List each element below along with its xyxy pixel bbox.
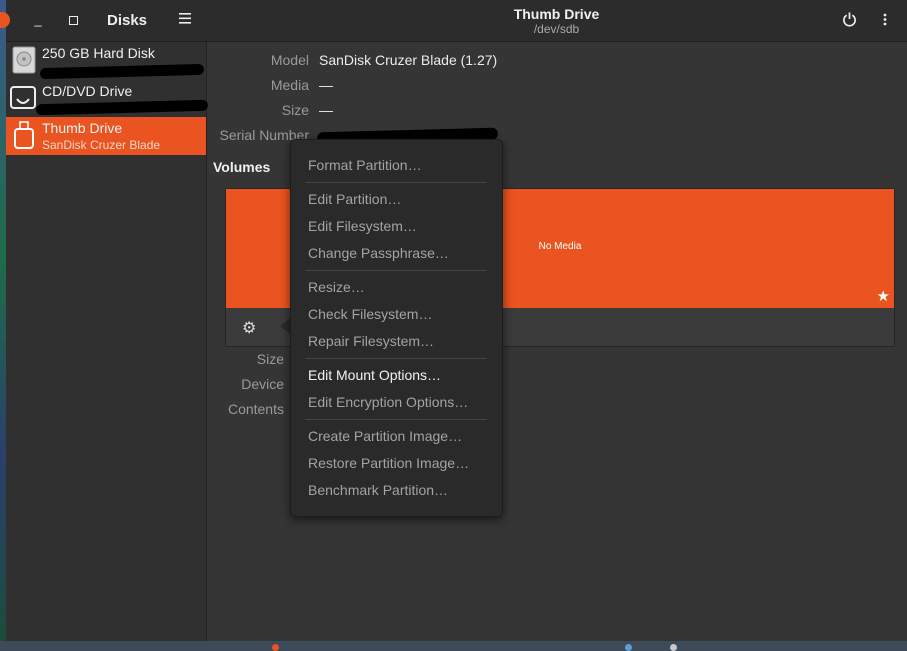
menu-separator (305, 270, 487, 271)
taskbar-dot (670, 644, 677, 651)
menu-item-edit-mount-options[interactable]: Edit Mount Options… (308, 367, 441, 383)
maximize-icon (68, 16, 78, 25)
disks-window: _ Disks 250 GB Hard Disk CD/DVD Drive Th… (0, 0, 907, 641)
redaction-scribble (39, 63, 205, 80)
menu-item-create-partition-image[interactable]: Create Partition Image… (308, 428, 462, 444)
menu-pointer (280, 318, 290, 334)
kebab-menu-icon (883, 13, 887, 26)
hamburger-menu-button[interactable] (175, 10, 195, 30)
partition-context-menu: Format Partition… Edit Partition… Edit F… (290, 139, 503, 517)
hamburger-icon (179, 13, 191, 24)
menu-item-check-filesystem[interactable]: Check Filesystem… (308, 306, 432, 322)
menu-item-edit-filesystem[interactable]: Edit Filesystem… (308, 218, 417, 234)
menu-separator (305, 358, 487, 359)
drive-title: Thumb Drive (513, 6, 600, 22)
device-subtitle: SanDisk Cruzer Blade (42, 138, 161, 152)
menu-item-resize[interactable]: Resize… (308, 279, 365, 295)
menu-separator (305, 419, 487, 420)
volumes-heading: Volumes (213, 159, 271, 175)
menu-item-format-partition[interactable]: Format Partition… (308, 157, 422, 173)
volume-size-label: Size (256, 351, 284, 367)
usb-drive-icon (14, 121, 34, 149)
device-item-cd-dvd[interactable]: CD/DVD Drive (6, 80, 209, 118)
menu-item-edit-partition[interactable]: Edit Partition… (308, 191, 401, 207)
drive-device-path: /dev/sdb (533, 22, 580, 36)
minimize-button[interactable]: _ (28, 10, 48, 30)
menu-item-edit-encryption-options[interactable]: Edit Encryption Options… (308, 394, 468, 410)
device-item-hard-disk[interactable]: 250 GB Hard Disk (6, 42, 206, 80)
media-label: Media (270, 77, 309, 93)
gear-icon[interactable]: ⚙ (242, 318, 256, 338)
size-value: — (319, 102, 333, 118)
device-item-thumb-drive[interactable]: Thumb Drive SanDisk Cruzer Blade (6, 117, 206, 155)
sidebar-header: _ Disks (0, 0, 206, 42)
size-label: Size (281, 102, 309, 118)
optical-drive-icon (10, 86, 36, 109)
taskbar-dot (625, 644, 632, 651)
app-title: Disks (107, 12, 148, 29)
maximize-button[interactable] (63, 10, 83, 30)
volume-contents-label: Contents (227, 401, 284, 417)
desktop-taskbar-strip (0, 641, 907, 651)
main-header: Thumb Drive /dev/sdb (206, 0, 907, 42)
menu-item-restore-partition-image[interactable]: Restore Partition Image… (308, 455, 469, 471)
power-icon (842, 12, 856, 27)
model-label: Model (270, 52, 309, 68)
menu-item-change-passphrase[interactable]: Change Passphrase… (308, 245, 449, 261)
taskbar-dot (272, 644, 279, 651)
device-name: CD/DVD Drive (42, 83, 133, 99)
sidebar: _ Disks 250 GB Hard Disk CD/DVD Drive Th… (0, 0, 209, 641)
volume-device-label: Device (241, 376, 284, 392)
redaction-scribble (35, 99, 209, 116)
power-off-button[interactable] (839, 10, 859, 30)
model-value: SanDisk Cruzer Blade (1.27) (319, 52, 498, 68)
media-value: — (319, 77, 333, 93)
ubuntu-close-dot[interactable] (0, 12, 10, 28)
device-name: 250 GB Hard Disk (42, 45, 155, 61)
device-name: Thumb Drive (42, 120, 123, 136)
menu-separator (305, 182, 487, 183)
menu-item-benchmark-partition[interactable]: Benchmark Partition… (308, 482, 448, 498)
star-icon: ★ (876, 288, 890, 305)
hard-disk-icon (12, 46, 36, 74)
drive-options-button[interactable] (875, 10, 895, 30)
menu-item-repair-filesystem[interactable]: Repair Filesystem… (308, 333, 434, 349)
